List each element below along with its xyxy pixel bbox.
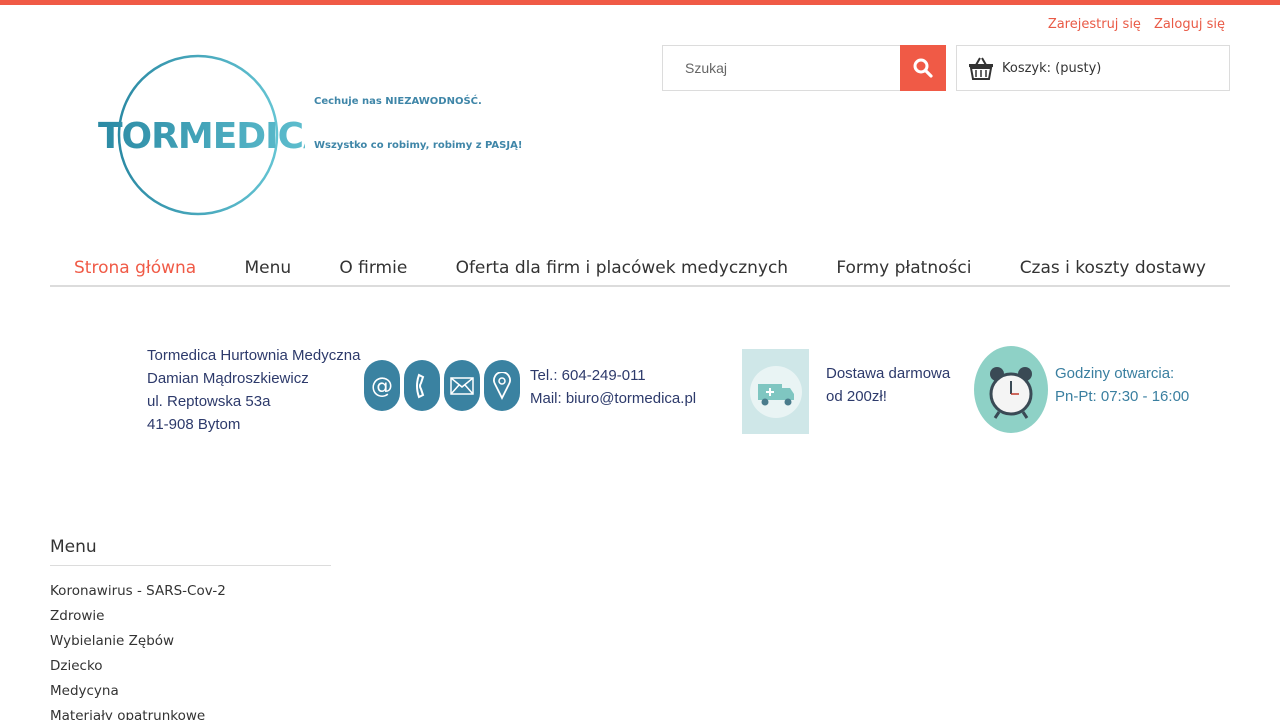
slogan-passion: Wszystko co robimy, robimy z PASJĄ! xyxy=(314,140,523,151)
address-line: ul. Reptowska 53a xyxy=(147,393,271,410)
opening-hours: Godziny otwarcia: Pn-Pt: 07:30 - 16:00 xyxy=(1055,362,1189,408)
nav-payment[interactable]: Formy płatności xyxy=(836,248,971,285)
address-line: 41-908 Bytom xyxy=(147,416,241,433)
logo-wordmark: TORMEDICA xyxy=(98,116,305,157)
sidebar-item-koronawirus[interactable]: Koronawirus - SARS-Cov-2 xyxy=(50,579,331,604)
main-nav: Strona główna Menu O firmie Oferta dla f… xyxy=(50,248,1230,287)
nav-home[interactable]: Strona główna xyxy=(74,248,196,285)
at-icon: @ xyxy=(364,360,400,411)
search-icon xyxy=(913,58,933,78)
sidebar-title: Menu xyxy=(50,537,331,566)
email-address: Mail: biuro@tormedica.pl xyxy=(530,390,697,407)
search-bar xyxy=(662,45,946,91)
free-delivery-info: Dostawa darmowa od 200zł! xyxy=(826,362,950,408)
nav-delivery[interactable]: Czas i koszty dostawy xyxy=(1020,248,1206,285)
delivery-line: Dostawa darmowa xyxy=(826,365,951,382)
search-input[interactable] xyxy=(662,45,900,91)
alarm-clock-icon xyxy=(974,346,1048,433)
address-line: Tormedica Hurtownia Medyczna xyxy=(147,347,361,364)
top-accent-bar xyxy=(0,0,1280,5)
user-links: Zarejestruj się Zaloguj się xyxy=(1048,17,1225,32)
logo[interactable]: TORMEDICA xyxy=(95,52,332,218)
mail-icon xyxy=(444,360,480,411)
contact-icons: @ xyxy=(364,360,520,411)
sidebar-item-dziecko[interactable]: Dziecko xyxy=(50,654,331,679)
nav-offer[interactable]: Oferta dla firm i placówek medycznych xyxy=(456,248,789,285)
hours-value: Pn-Pt: 07:30 - 16:00 xyxy=(1055,388,1190,405)
search-button[interactable] xyxy=(900,45,946,91)
address-line: Damian Mądroszkiewicz xyxy=(147,370,309,387)
login-link[interactable]: Zaloguj się xyxy=(1154,17,1225,32)
phone-number: Tel.: 604-249-011 xyxy=(530,367,646,384)
contact-details: Tel.: 604-249-011 Mail: biuro@tormedica.… xyxy=(530,364,696,410)
hours-title: Godziny otwarcia: xyxy=(1055,365,1175,382)
svg-text:@: @ xyxy=(371,374,393,398)
phone-icon xyxy=(404,360,440,411)
sidebar-item-medycyna[interactable]: Medycyna xyxy=(50,679,331,704)
cart-button[interactable]: Koszyk: (pusty) xyxy=(956,45,1230,91)
delivery-line: od 200zł! xyxy=(826,388,887,405)
location-pin-icon xyxy=(484,360,520,411)
slogan-reliability: Cechuje nas NIEZAWODNOŚĆ. xyxy=(314,96,482,107)
basket-icon xyxy=(969,57,993,80)
slogans: Cechuje nas NIEZAWODNOŚĆ. Wszystko co ro… xyxy=(314,96,522,151)
sidebar-item-wybielanie[interactable]: Wybielanie Zębów xyxy=(50,629,331,654)
cart-label: Koszyk: (pusty) xyxy=(1002,60,1102,76)
register-link[interactable]: Zarejestruj się xyxy=(1048,17,1141,32)
delivery-truck-icon xyxy=(742,349,809,434)
company-address: Tormedica Hurtownia Medyczna Damian Mądr… xyxy=(147,344,360,436)
nav-menu[interactable]: Menu xyxy=(244,248,291,285)
nav-about[interactable]: O firmie xyxy=(339,248,407,285)
sidebar-menu: Menu Koronawirus - SARS-Cov-2 Zdrowie Wy… xyxy=(50,537,331,720)
sidebar-item-zdrowie[interactable]: Zdrowie xyxy=(50,604,331,629)
sidebar-item-materialy[interactable]: Materiały opatrunkowe xyxy=(50,704,331,720)
